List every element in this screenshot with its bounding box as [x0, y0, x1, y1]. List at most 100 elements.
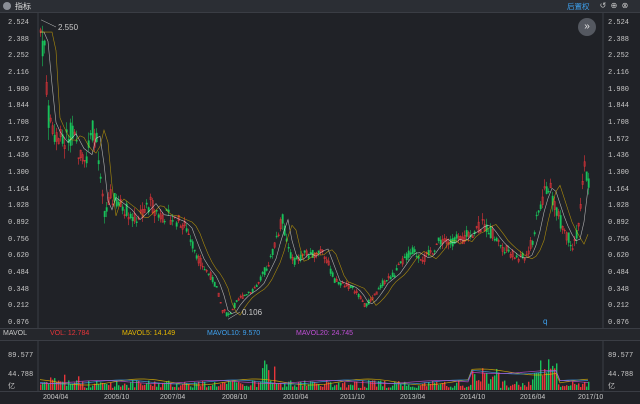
volume-bar — [442, 383, 444, 390]
candle-body — [207, 273, 210, 275]
kline-chart[interactable]: 2.550 0.106 q — [0, 0, 640, 403]
candle-body — [403, 256, 406, 259]
volume-bar — [180, 385, 182, 390]
price-tick-left: 0.348 — [8, 285, 30, 294]
volume-bar — [118, 385, 120, 390]
candle-body — [385, 279, 388, 282]
volume-bar — [408, 384, 410, 390]
volume-bar — [196, 383, 198, 390]
low-annotation: 0.106 — [242, 308, 263, 317]
price-tick-left: 1.572 — [8, 135, 30, 144]
candle-body — [163, 220, 166, 223]
volume-bar — [352, 385, 354, 390]
candle-body — [157, 214, 160, 218]
volume-bar — [138, 380, 140, 390]
volume-bar — [322, 386, 324, 390]
candle-body — [465, 230, 468, 237]
volume-bar — [112, 387, 114, 390]
volume-bar — [522, 383, 524, 390]
volume-bar — [278, 383, 280, 390]
date-tick: 2004/04 — [43, 394, 69, 401]
price-tick-left: 0.076 — [8, 319, 30, 327]
volume-bar — [166, 381, 168, 390]
candle-body — [215, 285, 218, 288]
volume-bar — [434, 382, 436, 390]
volume-bar — [356, 381, 358, 390]
volume-bar — [122, 385, 124, 390]
candle-body — [99, 176, 102, 179]
candle-body — [407, 250, 410, 258]
volume-bar — [306, 385, 308, 390]
volume-bar — [286, 386, 288, 390]
candle-body — [499, 245, 502, 247]
volume-bar — [158, 383, 160, 390]
volume-bar — [334, 385, 336, 390]
volume-bar — [450, 386, 452, 390]
candle-body — [167, 209, 170, 213]
volume-bar — [178, 387, 180, 390]
candle-body — [307, 255, 310, 259]
candle-body — [393, 275, 396, 278]
price-tick-right: 1.844 — [608, 102, 630, 111]
candle-body — [379, 284, 382, 289]
volume-bar — [336, 384, 338, 390]
volume-bar — [110, 382, 112, 390]
volume-bar — [230, 381, 232, 390]
volume-bar — [350, 384, 352, 390]
candle-body — [295, 256, 298, 260]
volume-bar — [208, 386, 210, 390]
volume-bar — [516, 381, 518, 390]
price-tick-right: 0.756 — [608, 235, 630, 244]
moving-average-line — [40, 31, 589, 314]
volume-bar — [514, 384, 516, 390]
candle-body — [175, 222, 178, 227]
volume-bar — [274, 366, 276, 390]
volume-bar — [228, 380, 230, 390]
expand-icon[interactable]: » — [578, 18, 596, 36]
candle-body — [507, 249, 510, 252]
volume-bar — [536, 372, 538, 390]
volume-bar — [224, 382, 226, 390]
volume-bar — [66, 385, 68, 390]
candle-body — [89, 132, 92, 136]
candle-body — [91, 120, 94, 141]
volume-bar — [114, 386, 116, 390]
volume-bar — [392, 385, 394, 390]
volume-bar — [320, 386, 322, 390]
candle-body — [405, 253, 408, 260]
price-tick-left: 1.164 — [8, 185, 30, 194]
volume-bar — [300, 381, 302, 390]
volume-bar — [192, 387, 194, 390]
date-tick: 2016/04 — [520, 394, 546, 401]
volume-bar — [98, 384, 100, 390]
price-tick-right: 1.164 — [608, 185, 630, 194]
volume-bar — [554, 368, 556, 390]
candle-body — [415, 255, 418, 258]
volume-unit-right: 亿 — [608, 383, 615, 391]
volume-bar — [410, 386, 412, 390]
volume-bar — [428, 382, 430, 390]
price-tick-right: 0.212 — [608, 302, 630, 311]
volume-bar — [416, 387, 418, 390]
volume-bar — [68, 380, 70, 390]
candle-body — [587, 178, 590, 188]
volume-bar — [584, 381, 586, 390]
volume-bar — [460, 385, 462, 390]
volume-indicator-name[interactable]: MAVOL — [3, 330, 27, 337]
candle-body — [539, 204, 542, 210]
volume-bar — [348, 384, 350, 390]
price-tick-right: 0.076 — [608, 319, 630, 327]
candle-body — [259, 276, 262, 281]
volume-bar — [370, 381, 372, 390]
candle-body — [411, 247, 414, 255]
volume-tick-mid-right: 44.788 — [608, 371, 634, 379]
volume-bar — [456, 382, 458, 390]
volume-bar — [418, 385, 420, 390]
volume-bar — [530, 385, 532, 390]
candle-body — [317, 250, 320, 254]
mavol20-value: MAVOL20: 24.745 — [296, 330, 354, 337]
volume-bar — [128, 387, 130, 390]
candle-body — [263, 267, 266, 275]
volume-bar — [498, 372, 500, 390]
candle-body — [503, 252, 506, 254]
